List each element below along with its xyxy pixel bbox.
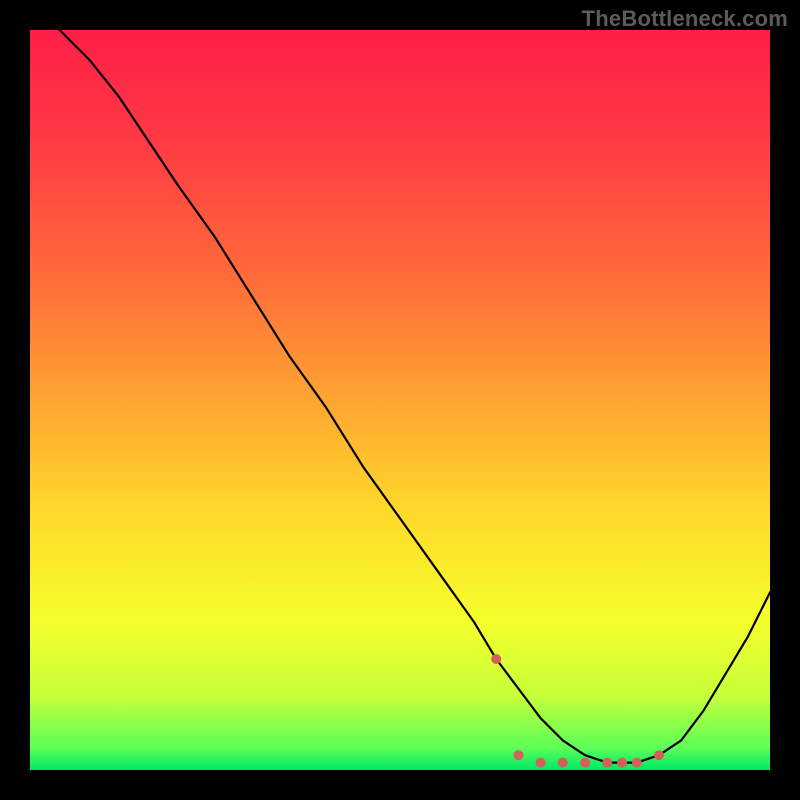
watermark-text: TheBottleneck.com [582,6,788,32]
marker-dot [580,758,590,768]
bottleneck-chart [0,0,800,800]
chart-container: TheBottleneck.com [0,0,800,800]
marker-dot [632,758,642,768]
marker-dot [513,750,523,760]
marker-dot [654,750,664,760]
marker-dot [491,654,501,664]
marker-dot [536,758,546,768]
marker-dot [617,758,627,768]
plot-background [30,30,770,770]
marker-dot [558,758,568,768]
marker-dot [602,758,612,768]
